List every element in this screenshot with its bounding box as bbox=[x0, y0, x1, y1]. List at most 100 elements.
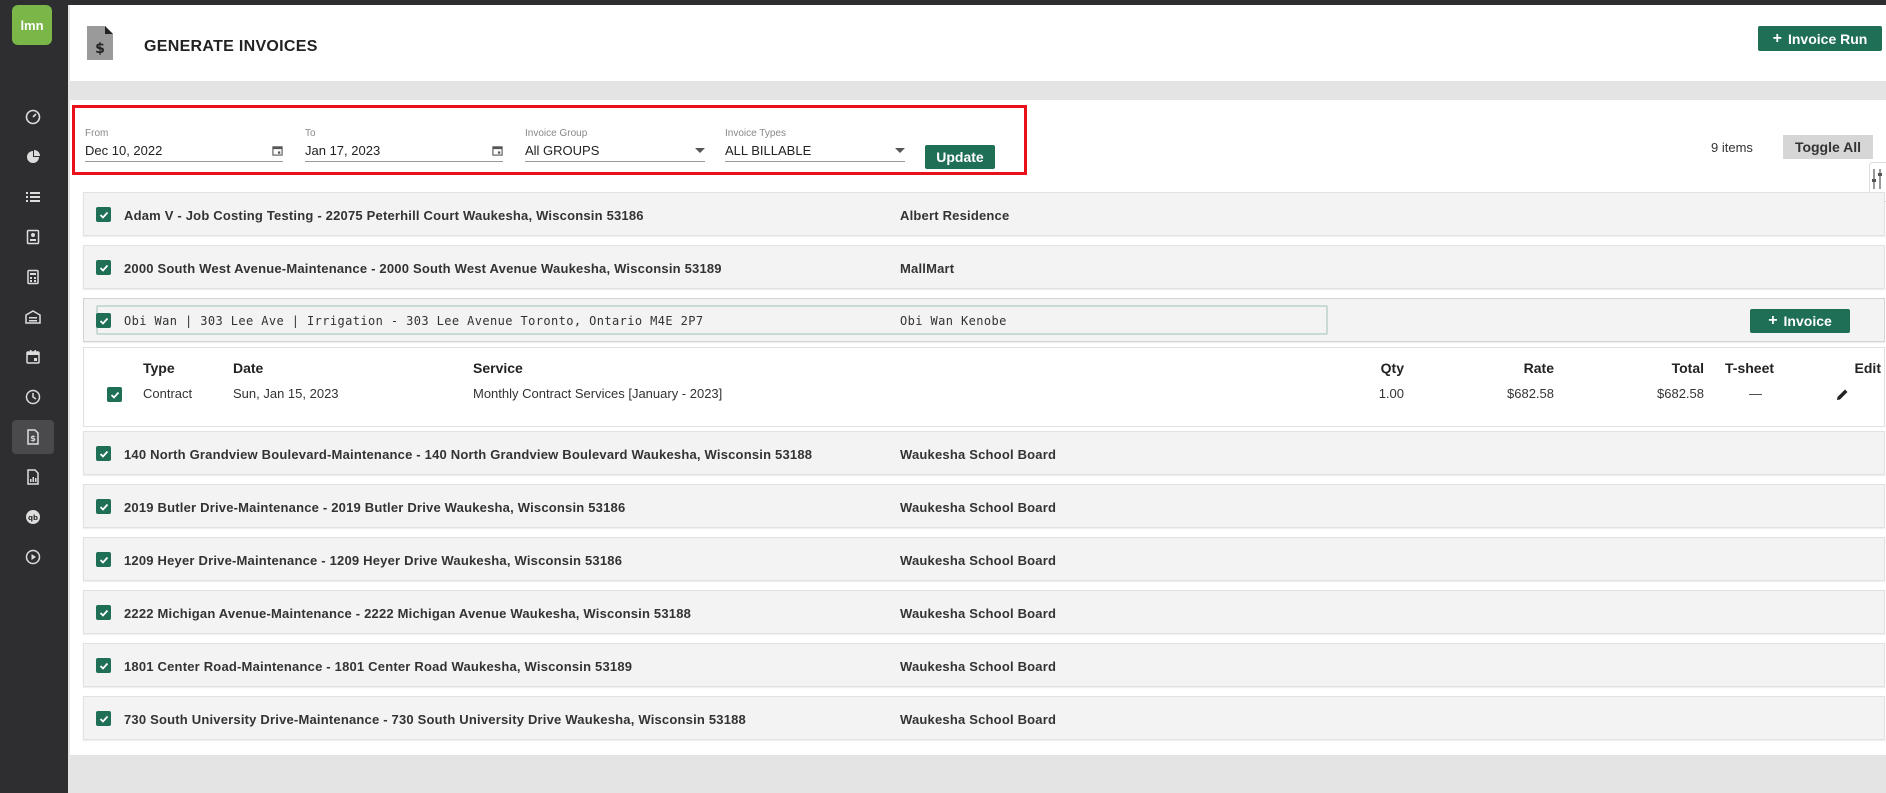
check-icon bbox=[99, 264, 108, 272]
content-panel: From Dec 10, 2022 To Jan 17, 2023 Invoic… bbox=[70, 100, 1886, 755]
job-checkbox[interactable] bbox=[96, 260, 111, 275]
col-header-date: Date bbox=[233, 360, 264, 376]
job-checkbox[interactable] bbox=[96, 499, 111, 514]
invoice-group-label: Invoice Group bbox=[525, 128, 588, 139]
warehouse-icon[interactable] bbox=[12, 300, 54, 334]
job-checkbox[interactable] bbox=[96, 446, 111, 461]
job-row[interactable]: 1209 Heyer Drive-Maintenance - 1209 Heye… bbox=[83, 537, 1885, 581]
page-header: $ GENERATE INVOICES + Invoice Run bbox=[70, 5, 1886, 81]
check-icon bbox=[99, 317, 108, 325]
svg-text:$: $ bbox=[30, 434, 36, 443]
check-icon bbox=[99, 662, 108, 670]
contact-card-icon[interactable] bbox=[12, 220, 54, 254]
col-header-total: Total bbox=[1671, 360, 1704, 376]
app-logo[interactable]: lmn bbox=[12, 5, 52, 45]
job-title: 2019 Butler Drive-Maintenance - 2019 But… bbox=[124, 500, 626, 515]
job-row[interactable]: 1801 Center Road-Maintenance - 1801 Cent… bbox=[83, 643, 1885, 687]
line-item-type: Contract bbox=[143, 386, 193, 401]
job-row[interactable]: 2222 Michigan Avenue-Maintenance - 2222 … bbox=[83, 590, 1885, 634]
job-title: 730 South University Drive-Maintenance -… bbox=[124, 712, 746, 727]
job-customer: Waukesha School Board bbox=[900, 447, 1057, 462]
logo-text: lmn bbox=[20, 17, 44, 33]
filter-bar: From Dec 10, 2022 To Jan 17, 2023 Invoic… bbox=[72, 105, 1027, 175]
job-checkbox[interactable] bbox=[96, 552, 111, 567]
check-icon bbox=[99, 450, 108, 458]
quickbooks-icon[interactable]: qb bbox=[12, 500, 54, 534]
line-item-tsheet: — bbox=[1749, 386, 1762, 401]
line-item-service: Monthly Contract Services [January - 202… bbox=[473, 386, 723, 401]
job-checkbox[interactable] bbox=[96, 711, 111, 726]
col-header-type: Type bbox=[143, 360, 175, 376]
job-row[interactable]: Adam V - Job Costing Testing - 22075 Pet… bbox=[83, 192, 1885, 236]
line-item-date: Sun, Jan 15, 2023 bbox=[233, 386, 339, 401]
job-checkbox[interactable] bbox=[96, 207, 111, 222]
job-customer: Waukesha School Board bbox=[900, 712, 1057, 727]
job-customer: MallMart bbox=[900, 261, 955, 276]
col-header-tsheet: T-sheet bbox=[1725, 360, 1775, 376]
check-icon bbox=[110, 391, 119, 399]
plus-icon: + bbox=[1768, 312, 1778, 329]
line-item-total: $682.58 bbox=[1657, 386, 1704, 401]
from-date-field[interactable]: From Dec 10, 2022 bbox=[85, 128, 283, 162]
job-customer: Waukesha School Board bbox=[900, 553, 1057, 568]
check-icon bbox=[99, 211, 108, 219]
job-customer: Albert Residence bbox=[900, 208, 1010, 223]
col-header-service: Service bbox=[473, 360, 523, 376]
job-row[interactable]: 140 North Grandview Boulevard-Maintenanc… bbox=[83, 431, 1885, 475]
check-icon bbox=[99, 715, 108, 723]
invoice-doc-icon: $ bbox=[87, 26, 113, 60]
list-icon[interactable] bbox=[12, 180, 54, 214]
create-invoice-button[interactable]: + Invoice bbox=[1750, 309, 1850, 333]
job-title: Adam V - Job Costing Testing - 22075 Pet… bbox=[124, 208, 644, 223]
update-button[interactable]: Update bbox=[925, 145, 995, 169]
job-checkbox[interactable] bbox=[96, 658, 111, 673]
plus-icon: + bbox=[1772, 29, 1782, 47]
invoice-icon[interactable]: $ bbox=[12, 420, 54, 454]
sliders-icon bbox=[1872, 169, 1882, 189]
play-icon[interactable] bbox=[12, 540, 54, 574]
calendar-picker-icon[interactable] bbox=[492, 145, 503, 156]
job-title: 2000 South West Avenue-Maintenance - 200… bbox=[124, 261, 722, 276]
invoice-button-label: Invoice bbox=[1783, 313, 1832, 329]
col-header-edit: Edit bbox=[1854, 360, 1881, 376]
calendar-picker-icon[interactable] bbox=[272, 145, 283, 156]
svg-text:$: $ bbox=[95, 41, 105, 57]
to-date-value: Jan 17, 2023 bbox=[305, 143, 381, 158]
main-area: $ GENERATE INVOICES + Invoice Run From D… bbox=[70, 5, 1886, 793]
job-row-expanded[interactable]: Obi Wan | 303 Lee Ave | Irrigation - 303… bbox=[83, 298, 1885, 342]
to-date-field[interactable]: To Jan 17, 2023 bbox=[305, 128, 503, 162]
job-row[interactable]: 2019 Butler Drive-Maintenance - 2019 But… bbox=[83, 484, 1885, 528]
pie-chart-icon[interactable] bbox=[12, 140, 54, 174]
invoice-run-button[interactable]: + Invoice Run bbox=[1758, 26, 1882, 51]
invoice-detail-table: Type Date Service Qty Rate Total T-sheet… bbox=[83, 347, 1885, 427]
edit-pencil-icon[interactable] bbox=[1836, 388, 1849, 401]
report-icon[interactable] bbox=[12, 460, 54, 494]
sidebar: lmn $ qb bbox=[0, 0, 68, 793]
toggle-all-button[interactable]: Toggle All bbox=[1783, 135, 1873, 159]
job-customer: Waukesha School Board bbox=[900, 659, 1057, 674]
job-customer: Waukesha School Board bbox=[900, 606, 1057, 621]
line-item-checkbox[interactable] bbox=[107, 387, 122, 402]
invoice-types-label: Invoice Types bbox=[725, 128, 786, 139]
job-row[interactable]: 730 South University Drive-Maintenance -… bbox=[83, 696, 1885, 740]
col-header-rate: Rate bbox=[1523, 360, 1554, 376]
invoice-types-select[interactable]: Invoice Types ALL BILLABLE bbox=[725, 128, 905, 162]
line-item-qty: 1.00 bbox=[1378, 386, 1404, 401]
job-checkbox[interactable] bbox=[96, 605, 111, 620]
from-date-value: Dec 10, 2022 bbox=[85, 143, 163, 158]
job-title: 2222 Michigan Avenue-Maintenance - 2222 … bbox=[124, 606, 692, 621]
check-icon bbox=[99, 609, 108, 617]
col-header-qty: Qty bbox=[1380, 360, 1404, 376]
calculator-icon[interactable] bbox=[12, 260, 54, 294]
check-icon bbox=[99, 556, 108, 564]
chevron-down-icon bbox=[695, 148, 705, 153]
job-row[interactable]: 2000 South West Avenue-Maintenance - 200… bbox=[83, 245, 1885, 289]
dashboard-icon[interactable] bbox=[12, 100, 54, 134]
job-title: 1801 Center Road-Maintenance - 1801 Cent… bbox=[124, 659, 633, 674]
calendar-icon[interactable] bbox=[12, 340, 54, 374]
clock-icon[interactable] bbox=[12, 380, 54, 414]
invoice-group-select[interactable]: Invoice Group All GROUPS bbox=[525, 128, 705, 162]
job-checkbox[interactable] bbox=[96, 313, 111, 328]
svg-text:qb: qb bbox=[28, 514, 38, 522]
job-title: 1209 Heyer Drive-Maintenance - 1209 Heye… bbox=[124, 553, 623, 568]
